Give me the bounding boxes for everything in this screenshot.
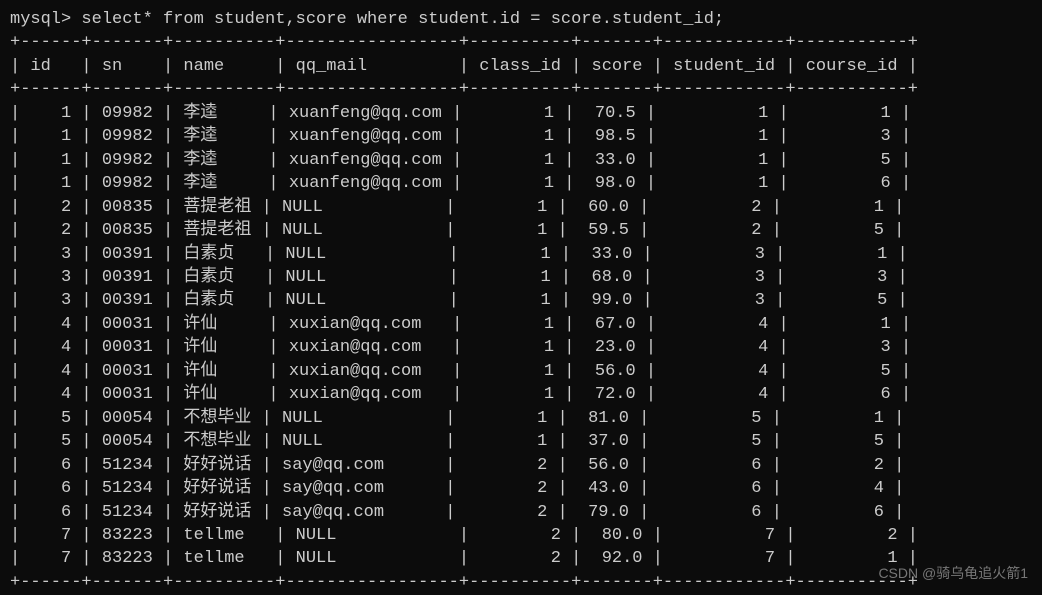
table-body: | 1 | 09982 | 李逵 | xuanfeng@qq.com | 1 |… [10,102,1032,571]
table-row: | 4 | 00031 | 许仙 | xuxian@qq.com | 1 | 7… [10,383,1032,406]
table-row: | 6 | 51234 | 好好说话 | say@qq.com | 2 | 79… [10,501,1032,524]
sql-prompt[interactable]: mysql> select* from student,score where … [10,8,1032,31]
table-border-top: +------+-------+----------+-------------… [10,31,1032,54]
table-row: | 5 | 00054 | 不想毕业 | NULL | 1 | 81.0 | 5… [10,407,1032,430]
table-row: | 1 | 09982 | 李逵 | xuanfeng@qq.com | 1 |… [10,172,1032,195]
table-row: | 1 | 09982 | 李逵 | xuanfeng@qq.com | 1 |… [10,102,1032,125]
table-header-row: | id | sn | name | qq_mail | class_id | … [10,55,1032,78]
table-row: | 1 | 09982 | 李逵 | xuanfeng@qq.com | 1 |… [10,149,1032,172]
table-row: | 4 | 00031 | 许仙 | xuxian@qq.com | 1 | 5… [10,360,1032,383]
watermark-text: CSDN @骑乌龟追火箭1 [878,564,1028,583]
table-row: | 4 | 00031 | 许仙 | xuxian@qq.com | 1 | 6… [10,313,1032,336]
table-row: | 3 | 00391 | 白素贞 | NULL | 1 | 68.0 | 3 … [10,266,1032,289]
table-row: | 1 | 09982 | 李逵 | xuanfeng@qq.com | 1 |… [10,125,1032,148]
table-row: | 2 | 00835 | 菩提老祖 | NULL | 1 | 59.5 | 2… [10,219,1032,242]
table-row: | 7 | 83223 | tellme | NULL | 2 | 80.0 |… [10,524,1032,547]
table-row: | 3 | 00391 | 白素贞 | NULL | 1 | 33.0 | 3 … [10,243,1032,266]
table-row: | 4 | 00031 | 许仙 | xuxian@qq.com | 1 | 2… [10,336,1032,359]
table-row: | 3 | 00391 | 白素贞 | NULL | 1 | 99.0 | 3 … [10,289,1032,312]
table-border-mid: +------+-------+----------+-------------… [10,78,1032,101]
table-row: | 6 | 51234 | 好好说话 | say@qq.com | 2 | 56… [10,454,1032,477]
table-row: | 5 | 00054 | 不想毕业 | NULL | 1 | 37.0 | 5… [10,430,1032,453]
table-row: | 6 | 51234 | 好好说话 | say@qq.com | 2 | 43… [10,477,1032,500]
table-row: | 2 | 00835 | 菩提老祖 | NULL | 1 | 60.0 | 2… [10,196,1032,219]
